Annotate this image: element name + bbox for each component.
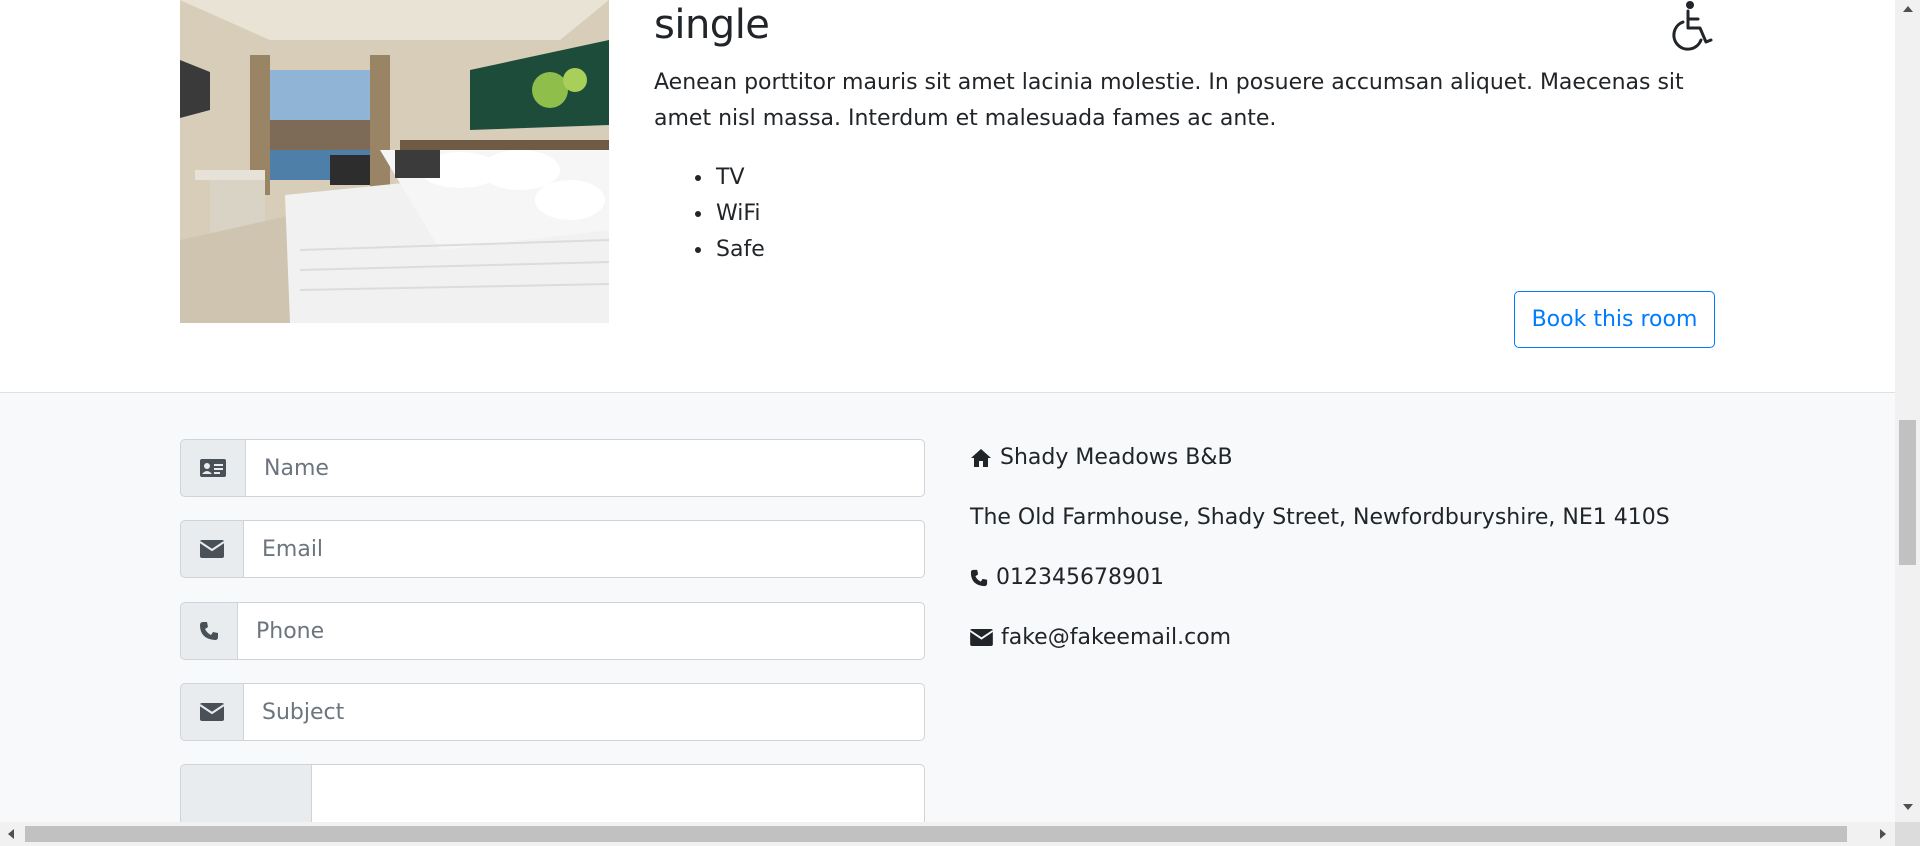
- subject-input[interactable]: [243, 683, 925, 741]
- scroll-left-arrow[interactable]: [8, 829, 14, 839]
- scroll-down-arrow[interactable]: [1903, 804, 1913, 810]
- envelope-icon: [180, 520, 243, 578]
- contact-section: Shady Meadows B&B The Old Farmhouse, Sha…: [0, 393, 1895, 822]
- phone-number: 012345678901: [996, 565, 1164, 590]
- page-viewport: single Aenean porttitor mauris sit amet …: [0, 0, 1895, 822]
- room-image: [180, 0, 609, 323]
- business-name-line: Shady Meadows B&B: [970, 445, 1233, 470]
- wheelchair-icon: [1672, 1, 1713, 51]
- phone-input[interactable]: [237, 602, 925, 660]
- room-features-list: TV WiFi Safe: [714, 160, 765, 268]
- home-icon: [971, 448, 991, 467]
- subject-input-group: [180, 683, 925, 741]
- vertical-scrollbar[interactable]: [1895, 0, 1920, 822]
- email-address: fake@fakeemail.com: [1001, 625, 1232, 650]
- vertical-scroll-thumb[interactable]: [1899, 420, 1916, 565]
- scrollbar-corner: [1895, 822, 1920, 846]
- email-input[interactable]: [243, 520, 925, 578]
- room-description: Aenean porttitor mauris sit amet lacinia…: [654, 70, 1684, 131]
- scroll-right-arrow[interactable]: [1880, 829, 1886, 839]
- phone-icon: [180, 602, 237, 660]
- name-input-group: [180, 439, 925, 497]
- envelope-icon: [970, 629, 993, 646]
- id-card-icon: [180, 439, 245, 497]
- feature-item: Safe: [714, 232, 765, 268]
- phone-line: 012345678901: [970, 565, 1164, 590]
- horizontal-scroll-thumb[interactable]: [25, 826, 1847, 842]
- business-name: Shady Meadows B&B: [1000, 445, 1233, 470]
- phone-input-group: [180, 602, 925, 660]
- address-line: The Old Farmhouse, Shady Street, Newford…: [970, 505, 1670, 530]
- feature-item: WiFi: [714, 196, 765, 232]
- phone-icon: [970, 569, 988, 586]
- message-textarea[interactable]: [311, 764, 925, 822]
- horizontal-scrollbar[interactable]: [0, 822, 1895, 846]
- email-line: fake@fakeemail.com: [970, 625, 1231, 650]
- room-card: single Aenean porttitor mauris sit amet …: [0, 0, 1895, 393]
- address-text: The Old Farmhouse, Shady Street, Newford…: [970, 505, 1670, 530]
- message-icon: [180, 764, 311, 822]
- room-title: single: [654, 2, 770, 48]
- scroll-up-arrow[interactable]: [1903, 6, 1913, 12]
- name-input[interactable]: [245, 439, 925, 497]
- email-input-group: [180, 520, 925, 578]
- feature-item: TV: [714, 160, 765, 196]
- envelope-icon: [180, 683, 243, 741]
- book-room-button[interactable]: Book this room: [1514, 291, 1715, 348]
- message-input-group: [180, 764, 925, 822]
